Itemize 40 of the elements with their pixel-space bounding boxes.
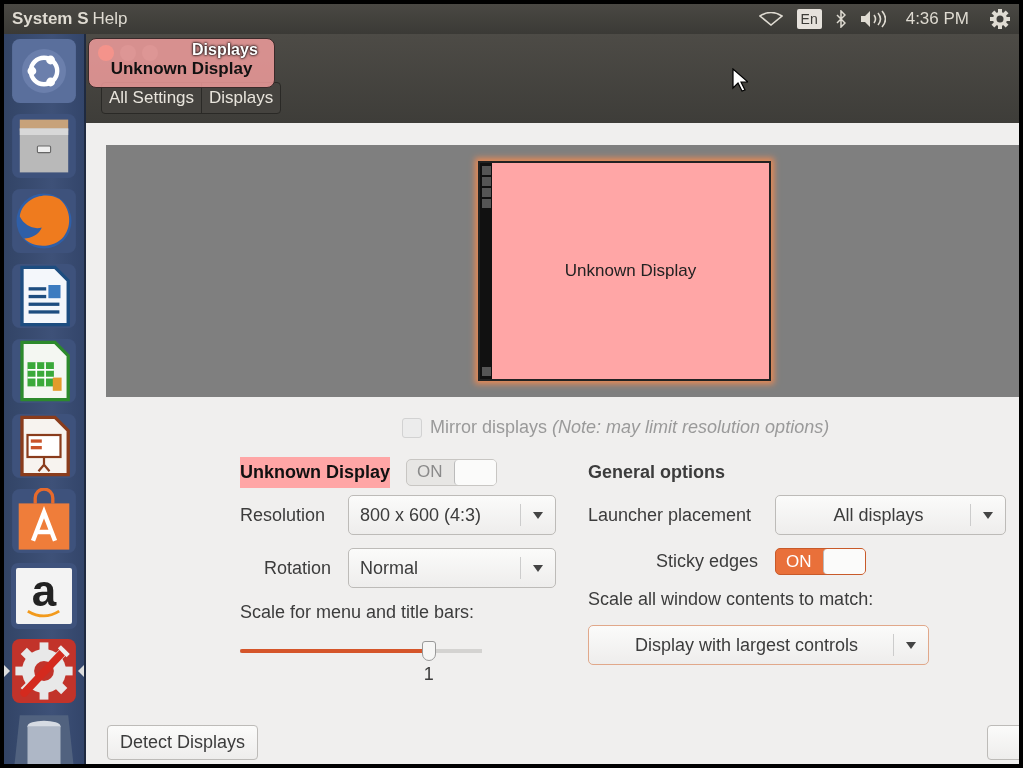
spreadsheet-icon[interactable] — [11, 338, 77, 404]
app-name: System S — [12, 9, 89, 29]
launcher-placement-label: Launcher placement — [588, 504, 753, 526]
rotation-dropdown[interactable]: Normal — [348, 548, 556, 588]
clock[interactable]: 4:36 PM — [905, 9, 969, 29]
detect-displays-button[interactable]: Detect Displays — [107, 725, 259, 760]
breadcrumb-button[interactable]: All Settings — [102, 83, 202, 113]
launcher-placement-dropdown[interactable]: All displays — [775, 495, 1006, 535]
resolution-label: Resolution — [240, 504, 327, 526]
volume-icon[interactable] — [859, 10, 886, 28]
menu-item[interactable]: Help — [92, 9, 128, 29]
globe-icon[interactable] — [11, 188, 77, 254]
slider-thumb[interactable] — [421, 641, 436, 661]
window-title: Displays — [192, 41, 258, 59]
presentation-icon[interactable] — [11, 413, 77, 479]
file-cabinet-icon[interactable] — [11, 113, 77, 179]
scale-contents-label: Scale all window contents to match: — [588, 589, 875, 611]
mouse-pointer-icon — [732, 68, 748, 92]
caret-icon — [533, 511, 543, 519]
letter-tile-icon[interactable]: a — [11, 563, 77, 629]
ubuntu-logo-icon[interactable] — [11, 38, 77, 104]
wifi-icon[interactable] — [758, 12, 783, 26]
text-document-icon[interactable] — [11, 263, 77, 329]
resolution-dropdown[interactable]: 800 x 600 (4:3) — [348, 495, 556, 535]
shopping-bag-icon[interactable] — [11, 488, 77, 554]
scale-value: 1 — [423, 664, 434, 685]
mirror-label: Mirror displays (Note: may limit resolution options) — [430, 417, 830, 438]
caret-icon — [533, 564, 543, 572]
sticky-edges-label: Sticky edges — [654, 551, 758, 572]
bluetooth-icon[interactable] — [835, 10, 846, 28]
display-name: Unknown Display — [240, 456, 391, 488]
scale-contents-dropdown[interactable]: Display with largest controls — [588, 625, 929, 665]
rotation-label: Rotation — [262, 557, 331, 579]
keyboard-layout-indicator[interactable]: En — [796, 9, 822, 29]
caret-icon — [906, 641, 916, 649]
monitor-preview[interactable]: Unknown Display — [478, 161, 771, 381]
section-title: General options — [588, 461, 726, 483]
caret-icon — [983, 511, 993, 519]
gear-wrench-icon[interactable] — [11, 638, 77, 704]
scale-label: Scale for menu and title bars: — [240, 602, 476, 624]
